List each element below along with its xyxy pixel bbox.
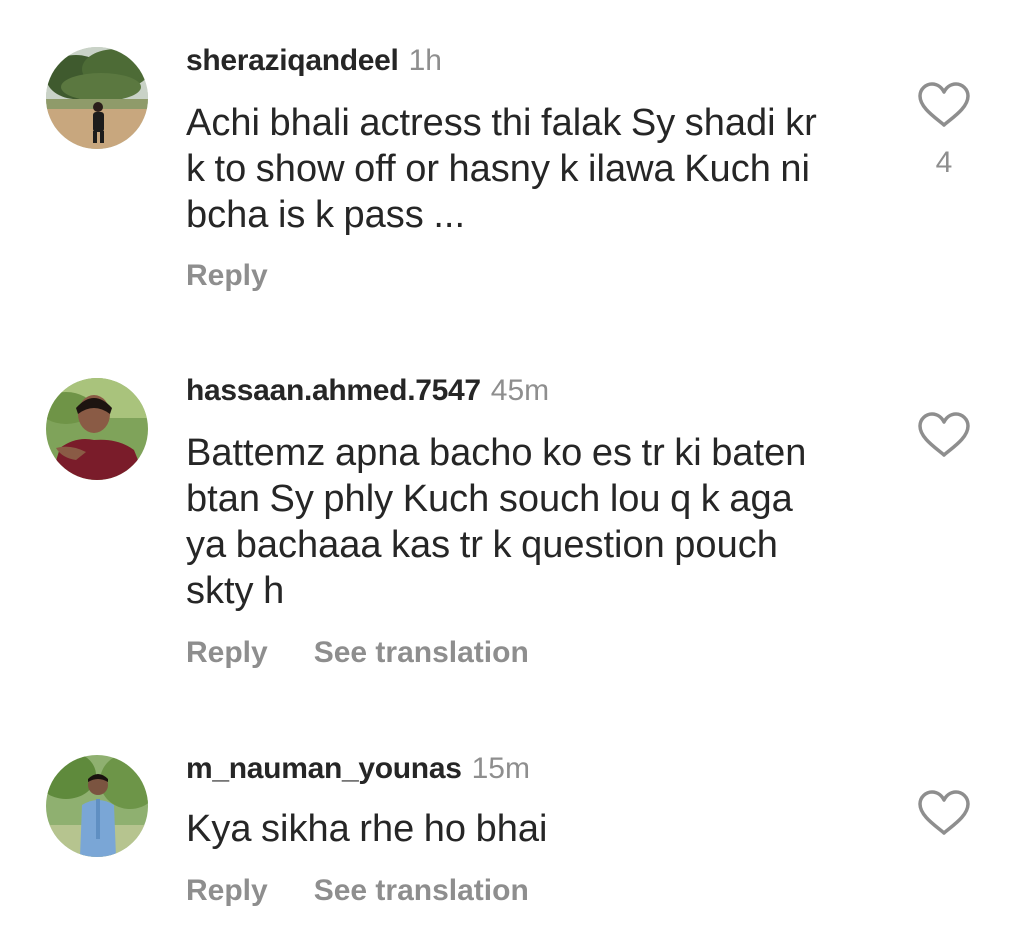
comment-timestamp: 15m bbox=[471, 752, 530, 785]
avatar[interactable] bbox=[46, 378, 148, 480]
username-link[interactable]: hassaan.ahmed.7547 bbox=[186, 374, 481, 407]
comment-actions: Reply bbox=[186, 259, 268, 293]
see-translation-button[interactable]: See translation bbox=[314, 874, 529, 907]
heart-outline-icon[interactable] bbox=[916, 788, 972, 838]
comment-header: m_nauman_younas 15m bbox=[186, 752, 530, 786]
comment-text-line: ya bachaaa kas tr k question pouch bbox=[186, 524, 778, 566]
reply-button[interactable]: Reply bbox=[186, 636, 268, 669]
username-link[interactable]: m_nauman_younas bbox=[186, 752, 462, 785]
reply-button[interactable]: Reply bbox=[186, 874, 268, 907]
comment-text-line: Achi bhali actress thi falak Sy shadi kr bbox=[186, 102, 817, 144]
comment-timestamp: 45m bbox=[490, 374, 550, 407]
comment-timestamp: 1h bbox=[408, 44, 442, 77]
comment-text-line: Battemz apna bacho ko es tr ki baten bbox=[186, 432, 807, 474]
comment-item: m_nauman_younas 15m Kya sikha rhe ho bhai… bbox=[0, 710, 1024, 927]
comment-actions: Reply See translation bbox=[186, 874, 529, 908]
comment-text: Kya sikha rhe ho bhai bbox=[186, 806, 876, 852]
avatar[interactable] bbox=[46, 47, 148, 149]
comment-text-line: skty h bbox=[186, 570, 285, 612]
comment-text-line: bcha is k pass ... bbox=[186, 194, 466, 236]
comment-actions: Reply See translation bbox=[186, 636, 529, 670]
reply-button[interactable]: Reply bbox=[186, 259, 268, 292]
comment-header: sheraziqandeel 1h bbox=[186, 44, 442, 78]
comment-text-line: btan Sy phly Kuch souch lou q k aga bbox=[186, 478, 793, 520]
comment-text-line: k to show off or hasny k ilawa Kuch ni bbox=[186, 148, 810, 190]
heart-outline-icon[interactable] bbox=[916, 80, 972, 130]
comment-text: Battemz apna bacho ko es tr ki baten bta… bbox=[186, 430, 876, 614]
username-link[interactable]: sheraziqandeel bbox=[186, 44, 399, 77]
see-translation-button[interactable]: See translation bbox=[314, 636, 529, 669]
comment-item: sheraziqandeel 1h Achi bhali actress thi … bbox=[0, 0, 1024, 330]
comment-text: Achi bhali actress thi falak Sy shadi kr… bbox=[186, 100, 876, 238]
comment-item: hassaan.ahmed.7547 45m Battemz apna bacho… bbox=[0, 330, 1024, 710]
like-count: 4 bbox=[935, 146, 953, 179]
comment-text-line: Kya sikha rhe ho bhai bbox=[186, 808, 548, 850]
avatar[interactable] bbox=[46, 755, 148, 857]
comment-header: hassaan.ahmed.7547 45m bbox=[186, 374, 549, 408]
heart-outline-icon[interactable] bbox=[916, 410, 972, 460]
